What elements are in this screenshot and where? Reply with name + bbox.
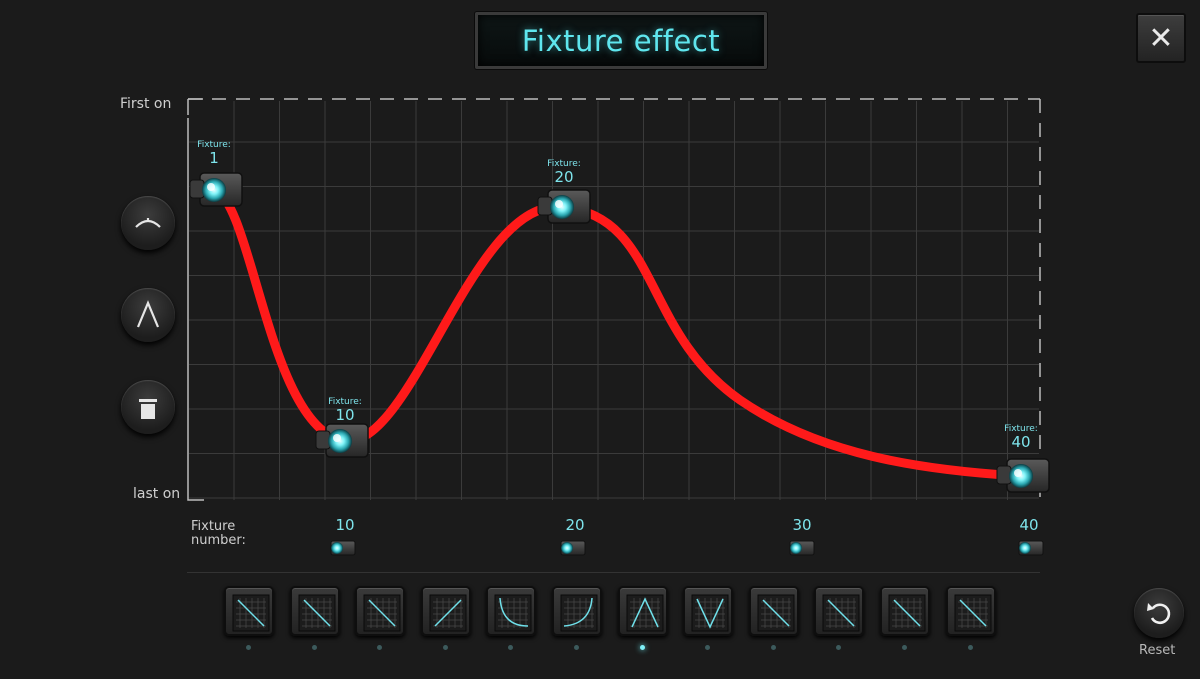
diagonal-down-icon [888, 594, 926, 632]
preset-button[interactable] [814, 586, 865, 636]
reset-label: Reset [1139, 643, 1176, 658]
preset-indicator-active [639, 645, 645, 650]
fixture-tag-20: Fixture: 20 [534, 159, 594, 186]
preset-button[interactable] [552, 586, 602, 636]
diagonal-down-icon [822, 594, 860, 632]
fixture-lamp-icon [560, 540, 586, 556]
fixture-tag-number: 20 [554, 168, 574, 186]
undo-icon [1147, 603, 1171, 625]
fixture-tag-number: 1 [209, 149, 219, 167]
preset-button[interactable] [617, 586, 668, 636]
fixture-tag-number: 10 [335, 406, 355, 424]
flat-level-icon [139, 399, 157, 419]
fixture-tag-number: 40 [1011, 433, 1031, 451]
flat-level-button[interactable] [121, 380, 175, 434]
preset-indicator [442, 645, 448, 650]
divider [187, 572, 1040, 573]
preset-button[interactable] [224, 586, 274, 636]
preset-button[interactable] [748, 586, 799, 636]
diagonal-down-icon [954, 594, 992, 632]
preset-indicator [574, 645, 579, 650]
preset-indicator [902, 645, 907, 650]
arc-curve-icon [135, 218, 161, 228]
preset-button[interactable] [420, 586, 471, 636]
axis-tick-20: 20 [565, 516, 585, 534]
fixture-lamp-icon [330, 540, 356, 556]
ease-out-icon [494, 594, 532, 632]
fixture-handle-1[interactable] [189, 172, 243, 207]
preset-button[interactable] [945, 586, 996, 636]
diagonal-down-icon [757, 594, 795, 632]
fixture-handle-20[interactable] [537, 189, 591, 224]
preset-button[interactable] [880, 586, 930, 636]
diagonal-down-icon [232, 594, 270, 632]
preset-indicator [967, 645, 973, 650]
diagonal-down-icon [363, 594, 401, 632]
fixture-tag-1: Fixture: 1 [184, 140, 244, 167]
fixture-tag-10: Fixture: 10 [315, 397, 375, 424]
preset-indicator [246, 645, 251, 650]
fixture-handle-40[interactable] [996, 458, 1050, 493]
peak-icon [626, 594, 664, 632]
diagonal-down-icon [298, 594, 336, 632]
reset-button[interactable] [1134, 588, 1184, 638]
arc-curve-button[interactable] [121, 196, 175, 250]
fixture-tag-40: Fixture: 40 [991, 424, 1051, 451]
preset-button[interactable] [355, 586, 406, 636]
effect-graph[interactable] [0, 0, 1200, 679]
preset-button[interactable] [289, 586, 340, 636]
ease-in-icon [560, 594, 598, 632]
valley-icon [691, 594, 729, 632]
axis-tick-40: 40 [1019, 516, 1039, 534]
peak-curve-button[interactable] [121, 288, 175, 342]
axis-tick-10: 10 [335, 516, 355, 534]
preset-indicator [311, 645, 317, 650]
preset-button[interactable] [486, 586, 537, 636]
preset-indicator [770, 645, 776, 650]
axis-tick-30: 30 [792, 516, 812, 534]
fixture-lamp-icon [789, 540, 815, 556]
peak-curve-icon [136, 300, 160, 328]
preset-button[interactable] [683, 586, 734, 636]
diagonal-up-icon [429, 594, 467, 632]
fixture-lamp-icon [1018, 540, 1044, 556]
fixture-number-label: Fixture number: [191, 519, 246, 548]
